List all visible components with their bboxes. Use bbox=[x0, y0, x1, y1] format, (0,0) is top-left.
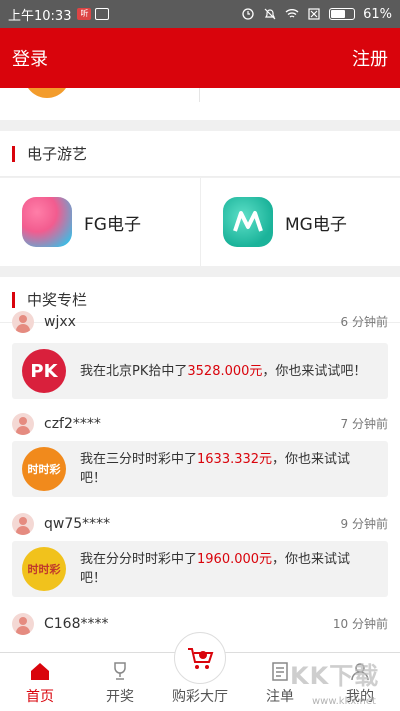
status-bar: 上午10:33 听 61% bbox=[0, 0, 400, 28]
section-title: 电子游艺 bbox=[27, 145, 88, 163]
list-icon bbox=[272, 662, 288, 681]
win-amount: 3528.000元 bbox=[187, 363, 263, 379]
section-accent-bar bbox=[12, 291, 15, 308]
game-name: FG电子 bbox=[84, 214, 141, 235]
register-button[interactable]: 注册 bbox=[352, 45, 388, 71]
previous-section-strip bbox=[0, 88, 400, 120]
no-sim-icon bbox=[308, 8, 320, 20]
win-amount: 1960.000元 bbox=[197, 552, 273, 567]
avatar bbox=[12, 413, 34, 435]
mg-logo-icon bbox=[223, 197, 273, 247]
partial-game-logo bbox=[24, 88, 70, 98]
wifi-icon bbox=[285, 9, 299, 18]
battery-icon bbox=[329, 8, 356, 20]
alarm-icon bbox=[242, 8, 254, 20]
winners-list: wjxx 6 分钟前 PK 我在北京PK拾中了3528.000元，你也来试试吧！… bbox=[0, 311, 400, 652]
home-scroll-area[interactable]: 电子游艺 FG电子 MG电子 中奖专栏 wjxx 6 分钟前 PK 我在北京PK… bbox=[0, 88, 400, 652]
avatar bbox=[12, 613, 34, 635]
avatar bbox=[12, 311, 34, 333]
lottery-hall-center-button[interactable] bbox=[174, 632, 226, 684]
winner-message[interactable]: 时时彩 我在分分时时彩中了1960.000元，你也来试试吧！ bbox=[12, 541, 388, 597]
notification-image-icon bbox=[95, 8, 110, 20]
winner-message[interactable]: 时时彩 我在三分时时彩中了1633.332元，你也来试试吧！ bbox=[12, 441, 388, 497]
winner-time: 7 分钟前 bbox=[340, 417, 388, 431]
watermark: KK下载 bbox=[290, 662, 380, 690]
game-fg[interactable]: FG电子 bbox=[0, 178, 200, 266]
games-row: FG电子 MG电子 bbox=[0, 178, 400, 266]
avatar bbox=[12, 513, 34, 535]
battery-percent: 61% bbox=[363, 6, 392, 22]
winner-username: czf2**** bbox=[44, 416, 101, 432]
winner-time: 6 分钟前 bbox=[340, 315, 388, 329]
winner-message[interactable]: PK 我在北京PK拾中了3528.000元，你也来试试吧！ bbox=[12, 343, 388, 399]
winner-time: 10 分钟前 bbox=[332, 617, 388, 631]
cart-icon bbox=[188, 648, 214, 669]
home-icon bbox=[31, 663, 49, 680]
winner-username: qw75**** bbox=[44, 516, 111, 532]
game-mg[interactable]: MG电子 bbox=[200, 178, 400, 266]
tab-home[interactable]: 首页 bbox=[0, 653, 80, 711]
winner-time: 9 分钟前 bbox=[340, 517, 388, 531]
trophy-icon bbox=[114, 662, 126, 680]
section-accent-bar bbox=[12, 145, 15, 162]
ssc-lottery-icon: 时时彩 bbox=[22, 447, 66, 491]
ffc-lottery-icon: 时时彩 bbox=[22, 547, 66, 591]
win-amount: 1633.332元 bbox=[197, 452, 273, 467]
status-time: 上午10:33 bbox=[8, 8, 72, 24]
watermark-url: www.kkx.net bbox=[312, 696, 376, 707]
notification-app-icon: 听 bbox=[77, 8, 92, 20]
winner-username: wjxx bbox=[44, 314, 76, 330]
mute-bell-icon bbox=[264, 8, 276, 20]
section-title: 中奖专栏 bbox=[27, 291, 88, 309]
winner-username: C168**** bbox=[44, 616, 109, 632]
tab-draw-results[interactable]: 开奖 bbox=[80, 653, 160, 711]
fg-logo-icon bbox=[22, 197, 72, 247]
game-name: MG电子 bbox=[285, 214, 347, 235]
pk10-lottery-icon: PK bbox=[22, 349, 66, 393]
login-button[interactable]: 登录 bbox=[12, 45, 48, 71]
app-header: 登录 注册 bbox=[0, 28, 400, 88]
section-header-games: 电子游艺 bbox=[0, 131, 400, 177]
